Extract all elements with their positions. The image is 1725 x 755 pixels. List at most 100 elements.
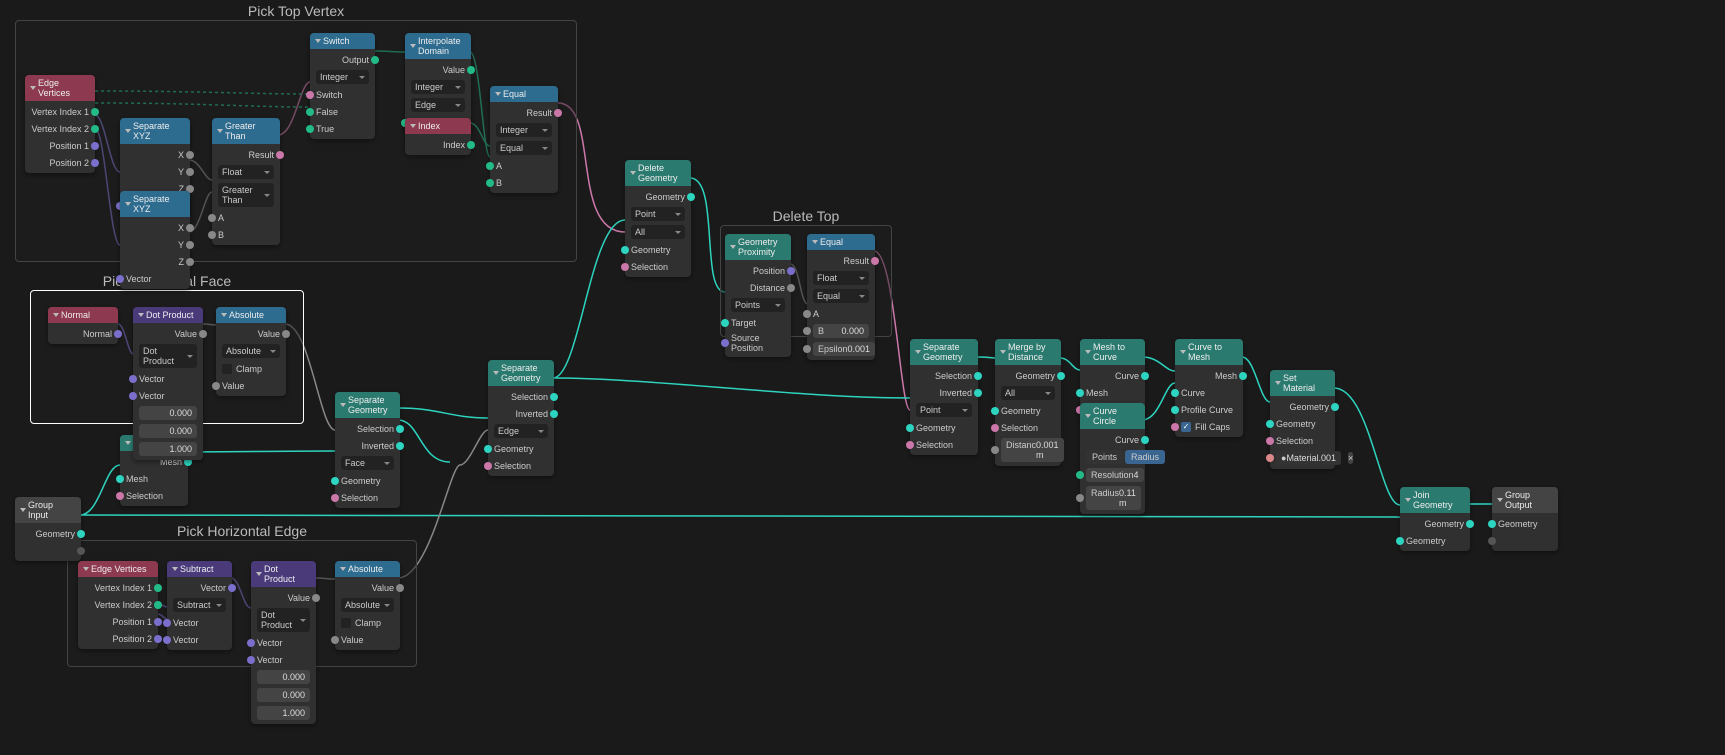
node-curve-to-mesh[interactable]: Curve to Mesh Mesh Curve Profile Curve ✓… bbox=[1175, 339, 1243, 437]
fld-x[interactable]: 0.000 bbox=[139, 406, 197, 420]
node-sep-geo-pt[interactable]: Separate Geometry Selection Inverted Poi… bbox=[910, 339, 978, 455]
cb-fillcaps[interactable]: ✓ bbox=[1181, 422, 1191, 432]
dd-op[interactable]: Dot Product bbox=[257, 608, 310, 632]
node-abs-2[interactable]: Absolute Value Absolute Clamp Value bbox=[335, 561, 400, 650]
out-mesh: Mesh bbox=[1215, 371, 1237, 381]
out-output: Output bbox=[342, 55, 369, 65]
dd-type[interactable]: Integer bbox=[496, 123, 552, 137]
node-greater-than[interactable]: Greater Than Result Float Greater Than A… bbox=[212, 118, 280, 245]
node-title: Absolute bbox=[348, 564, 383, 574]
dd-domain[interactable]: Edge bbox=[411, 98, 465, 112]
in-geo: Geometry bbox=[916, 423, 956, 433]
fld-mat[interactable]: ●Material.001 bbox=[1276, 451, 1341, 465]
lbl-clamp: Clamp bbox=[355, 618, 381, 628]
node-normal[interactable]: Normal Normal bbox=[48, 307, 118, 344]
btn-points[interactable]: Points bbox=[1086, 450, 1123, 464]
dd-type[interactable]: Float bbox=[813, 271, 869, 285]
node-edge-vertices-2[interactable]: Edge Vertices Vertex Index 1 Vertex Inde… bbox=[78, 561, 158, 649]
fld-dist[interactable]: Distanc0.001 m bbox=[1001, 438, 1064, 462]
out-curve: Curve bbox=[1115, 371, 1139, 381]
frame-label: Pick Horizontal Edge bbox=[177, 523, 307, 539]
node-group-input[interactable]: Group Input Geometry bbox=[15, 497, 81, 561]
dd-op[interactable]: Subtract bbox=[173, 598, 226, 612]
node-set-material[interactable]: Set Material Geometry Geometry Selection… bbox=[1270, 370, 1335, 469]
node-join-geo[interactable]: Join Geometry Geometry Geometry bbox=[1400, 487, 1470, 551]
node-equal-2[interactable]: Equal Result Float Equal A B0.000 Epsilo… bbox=[807, 234, 875, 360]
dd-type[interactable]: Float bbox=[218, 165, 274, 179]
node-abs-1[interactable]: Absolute Value Absolute Clamp Value bbox=[216, 307, 286, 396]
node-dot-1[interactable]: Dot Product Value Dot Product Vector Vec… bbox=[133, 307, 203, 460]
node-title: Separate Geometry bbox=[501, 363, 548, 383]
node-title: Edge Vertices bbox=[91, 564, 147, 574]
out-geo: Geometry bbox=[35, 529, 75, 539]
dd-domain[interactable]: Face bbox=[341, 456, 394, 470]
dd-op[interactable]: Absolute bbox=[341, 598, 394, 612]
node-index[interactable]: Index Index bbox=[405, 118, 471, 155]
btn-clear-mat[interactable]: × bbox=[1348, 452, 1353, 464]
fld-eps[interactable]: Epsilon0.001 bbox=[813, 342, 875, 356]
node-geo-proximity[interactable]: Geometry Proximity Position Distance Poi… bbox=[725, 234, 791, 357]
node-dot-2[interactable]: Dot Product Value Dot Product Vector Vec… bbox=[251, 561, 316, 724]
frame-label: Delete Top bbox=[773, 208, 840, 224]
dd-op[interactable]: Dot Product bbox=[139, 344, 197, 368]
fld-rad[interactable]: Radius0.11 m bbox=[1086, 486, 1141, 510]
out-geo: Geometry bbox=[645, 192, 685, 202]
node-group-output[interactable]: Group Output Geometry bbox=[1492, 487, 1558, 551]
node-subtract[interactable]: Subtract Vector Subtract Vector Vector bbox=[167, 561, 232, 650]
in-geo: Geometry bbox=[494, 444, 534, 454]
dd-op[interactable]: Equal bbox=[496, 141, 552, 155]
fld-res[interactable]: Resolution4 bbox=[1086, 468, 1144, 482]
out-vi2: Vertex Index 2 bbox=[31, 124, 89, 134]
in-val: Value bbox=[222, 381, 244, 391]
node-title: Merge by Distance bbox=[1008, 342, 1055, 362]
fld-x[interactable]: 0.000 bbox=[257, 670, 310, 684]
in-mesh: Mesh bbox=[1086, 388, 1108, 398]
node-curve-circle[interactable]: Curve Circle Curve PointsRadius Resoluti… bbox=[1080, 403, 1145, 514]
out-vi1: Vertex Index 1 bbox=[94, 583, 152, 593]
in-a: A bbox=[496, 161, 502, 171]
in-curve: Curve bbox=[1181, 388, 1205, 398]
node-title: Mesh to Curve bbox=[1093, 342, 1139, 362]
node-title: Group Output bbox=[1505, 490, 1552, 510]
cb-clamp[interactable] bbox=[222, 364, 232, 374]
fld-b[interactable]: B0.000 bbox=[813, 324, 869, 338]
fld-z[interactable]: 1.000 bbox=[139, 442, 197, 456]
in-mesh: Mesh bbox=[126, 474, 148, 484]
fld-y[interactable]: 0.000 bbox=[139, 424, 197, 438]
in-prof: Profile Curve bbox=[1181, 405, 1233, 415]
fld-z[interactable]: 1.000 bbox=[257, 706, 310, 720]
node-sep-geo-face[interactable]: Separate Geometry Selection Inverted Fac… bbox=[335, 392, 400, 508]
node-title: Dot Product bbox=[264, 564, 310, 584]
node-sep-xyz-2[interactable]: Separate XYZ X Y Z Vector bbox=[120, 191, 190, 289]
cb-clamp[interactable] bbox=[341, 618, 351, 628]
dd-domain[interactable]: Edge bbox=[494, 424, 548, 438]
dd-type[interactable]: Integer bbox=[411, 80, 465, 94]
out-val: Value bbox=[372, 583, 394, 593]
dd-domain[interactable]: Point bbox=[916, 403, 972, 417]
dd-domain[interactable]: Point bbox=[631, 207, 685, 221]
in-a: A bbox=[218, 213, 224, 223]
node-delete-geo[interactable]: Delete Geometry Geometry Point All Geome… bbox=[625, 160, 691, 277]
fld-y[interactable]: 0.000 bbox=[257, 688, 310, 702]
out-y: Y bbox=[178, 167, 184, 177]
in-v2: Vector bbox=[173, 635, 199, 645]
dd-type[interactable]: Integer bbox=[316, 70, 369, 84]
node-edge-vertices[interactable]: Edge Vertices Vertex Index 1 Vertex Inde… bbox=[25, 75, 95, 173]
lbl-fill: Fill Caps bbox=[1195, 422, 1230, 432]
node-sep-geo-edge[interactable]: Separate Geometry Selection Inverted Edg… bbox=[488, 360, 554, 476]
node-title: Greater Than bbox=[225, 121, 274, 141]
node-title: Curve Circle bbox=[1093, 406, 1139, 426]
dd-mode[interactable]: All bbox=[631, 225, 685, 239]
btn-radius[interactable]: Radius bbox=[1125, 450, 1165, 464]
dd-op[interactable]: Greater Than bbox=[218, 183, 274, 207]
in-v1: Vector bbox=[257, 638, 283, 648]
node-equal-1[interactable]: Equal Result Integer Equal A B bbox=[490, 86, 558, 193]
node-switch[interactable]: Switch Output Integer Switch False True bbox=[310, 33, 375, 139]
node-merge[interactable]: Merge by Distance Geometry All Geometry … bbox=[995, 339, 1061, 466]
dd-op[interactable]: Equal bbox=[813, 289, 869, 303]
out-p2: Position 2 bbox=[112, 634, 152, 644]
dd-op[interactable]: Absolute bbox=[222, 344, 280, 358]
dd-mode[interactable]: All bbox=[1001, 386, 1055, 400]
dd-target[interactable]: Points bbox=[731, 298, 785, 312]
in-sel: Selection bbox=[1276, 436, 1313, 446]
